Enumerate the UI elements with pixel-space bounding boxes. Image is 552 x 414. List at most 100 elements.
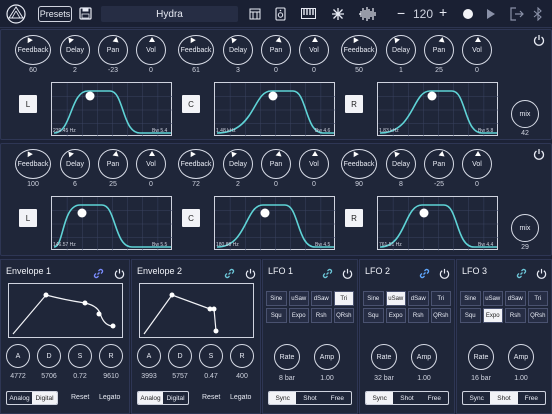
- pan-knob[interactable]: Pan: [261, 35, 291, 65]
- shape-rsh-button[interactable]: Rsh: [505, 308, 526, 323]
- rate-knob[interactable]: Rate: [274, 344, 300, 370]
- analog-mode-button[interactable]: Analog: [7, 392, 32, 404]
- analog-digital-toggle[interactable]: Analog Digital: [6, 391, 58, 405]
- legato-button[interactable]: Legato: [230, 394, 251, 401]
- shape-rsh-button[interactable]: Rsh: [408, 308, 429, 323]
- a-knob[interactable]: A: [137, 344, 161, 368]
- link-icon[interactable]: [419, 266, 430, 284]
- shape-usaw-button[interactable]: uSaw: [482, 291, 503, 306]
- delay-knob[interactable]: Delay: [223, 149, 253, 179]
- vol-knob[interactable]: Vol: [136, 35, 166, 65]
- amp-knob[interactable]: Amp: [314, 344, 340, 370]
- section-power-icon[interactable]: [533, 147, 545, 165]
- tempo-increase-button[interactable]: +: [439, 4, 447, 20]
- s-knob[interactable]: S: [68, 344, 92, 368]
- s-knob[interactable]: S: [199, 344, 223, 368]
- free-mode-button[interactable]: Free: [518, 392, 545, 404]
- digital-mode-button[interactable]: Digital: [32, 392, 57, 404]
- bluetooth-icon[interactable]: [533, 7, 543, 21]
- r-knob[interactable]: R: [99, 344, 123, 368]
- digital-mode-button[interactable]: Digital: [163, 392, 188, 404]
- feedback-knob[interactable]: Feedback: [178, 149, 214, 179]
- a-knob[interactable]: A: [6, 344, 30, 368]
- sync-mode-toggle[interactable]: Sync Shot Free: [268, 391, 352, 405]
- envelope-power-icon[interactable]: [114, 266, 125, 284]
- shape-tri-button[interactable]: Tri: [333, 291, 354, 306]
- d-knob[interactable]: D: [168, 344, 192, 368]
- presets-button[interactable]: Presets: [38, 6, 72, 22]
- shape-tri-button[interactable]: Tri: [430, 291, 451, 306]
- feedback-knob[interactable]: Feedback: [341, 149, 377, 179]
- lfo-power-icon[interactable]: [439, 266, 450, 284]
- pan-knob[interactable]: Pan: [424, 35, 454, 65]
- save-icon[interactable]: [79, 7, 92, 20]
- link-icon[interactable]: [93, 266, 104, 284]
- feedback-knob[interactable]: Feedback: [341, 35, 377, 65]
- app-logo-icon[interactable]: [6, 4, 26, 24]
- tempo-value[interactable]: 120: [413, 7, 433, 21]
- shot-mode-button[interactable]: Shot: [490, 392, 518, 404]
- feedback-knob[interactable]: Feedback: [15, 149, 51, 179]
- shape-dsaw-button[interactable]: dSaw: [311, 291, 332, 306]
- shape-usaw-button[interactable]: uSaw: [288, 291, 309, 306]
- link-icon[interactable]: [224, 266, 235, 284]
- amp-knob[interactable]: Amp: [411, 344, 437, 370]
- vol-knob[interactable]: Vol: [462, 35, 492, 65]
- vol-knob[interactable]: Vol: [462, 149, 492, 179]
- pan-knob[interactable]: Pan: [98, 35, 128, 65]
- section-power-icon[interactable]: [533, 33, 545, 51]
- rate-knob[interactable]: Rate: [371, 344, 397, 370]
- envelope-graph[interactable]: [139, 283, 254, 338]
- envelope-power-icon[interactable]: [245, 266, 256, 284]
- lfo-power-icon[interactable]: [342, 266, 353, 284]
- pan-knob[interactable]: Pan: [261, 149, 291, 179]
- sync-mode-button[interactable]: Sync: [366, 392, 394, 404]
- reset-button[interactable]: Reset: [71, 394, 89, 401]
- pan-knob[interactable]: Pan: [424, 149, 454, 179]
- shape-expo-button[interactable]: Expo: [288, 308, 309, 323]
- legato-button[interactable]: Legato: [99, 394, 120, 401]
- keyboard-icon[interactable]: [301, 8, 316, 19]
- analog-mode-button[interactable]: Analog: [138, 392, 163, 404]
- device-icon[interactable]: [275, 7, 286, 21]
- effects-icon[interactable]: [331, 7, 345, 21]
- vol-knob[interactable]: Vol: [136, 149, 166, 179]
- preset-name-display[interactable]: Hydra: [101, 6, 238, 22]
- shot-mode-button[interactable]: Shot: [393, 392, 420, 404]
- shot-mode-button[interactable]: Shot: [296, 392, 323, 404]
- shape-squ-button[interactable]: Squ: [363, 308, 384, 323]
- mixer-icon[interactable]: [249, 8, 261, 20]
- delay-knob[interactable]: Delay: [386, 149, 416, 179]
- shape-usaw-button[interactable]: uSaw: [385, 291, 406, 306]
- free-mode-button[interactable]: Free: [421, 392, 448, 404]
- amp-knob[interactable]: Amp: [508, 344, 534, 370]
- rate-knob[interactable]: Rate: [468, 344, 494, 370]
- play-icon[interactable]: [486, 8, 496, 20]
- tempo-decrease-button[interactable]: −: [397, 5, 405, 21]
- feedback-knob[interactable]: Feedback: [15, 35, 51, 65]
- shape-qrsh-button[interactable]: QRsh: [333, 308, 354, 323]
- reset-button[interactable]: Reset: [202, 394, 220, 401]
- lfo-power-icon[interactable]: [536, 266, 547, 284]
- waveform-icon[interactable]: [358, 6, 378, 22]
- vol-knob[interactable]: Vol: [299, 149, 329, 179]
- free-mode-button[interactable]: Free: [324, 392, 351, 404]
- shape-qrsh-button[interactable]: QRsh: [430, 308, 451, 323]
- shape-sine-button[interactable]: Sine: [460, 291, 481, 306]
- delay-knob[interactable]: Delay: [386, 35, 416, 65]
- shape-squ-button[interactable]: Squ: [460, 308, 481, 323]
- shape-sine-button[interactable]: Sine: [266, 291, 287, 306]
- pan-knob[interactable]: Pan: [98, 149, 128, 179]
- feedback-knob[interactable]: Feedback: [178, 35, 214, 65]
- link-icon[interactable]: [322, 266, 333, 284]
- record-indicator-icon[interactable]: [463, 9, 473, 19]
- shape-tri-button[interactable]: Tri: [527, 291, 548, 306]
- envelope-graph[interactable]: [8, 283, 123, 338]
- sync-mode-toggle[interactable]: Sync Shot Free: [365, 391, 449, 405]
- shape-dsaw-button[interactable]: dSaw: [505, 291, 526, 306]
- d-knob[interactable]: D: [37, 344, 61, 368]
- vol-knob[interactable]: Vol: [299, 35, 329, 65]
- link-icon[interactable]: [516, 266, 527, 284]
- shape-expo-button[interactable]: Expo: [482, 308, 503, 323]
- shape-expo-button[interactable]: Expo: [385, 308, 406, 323]
